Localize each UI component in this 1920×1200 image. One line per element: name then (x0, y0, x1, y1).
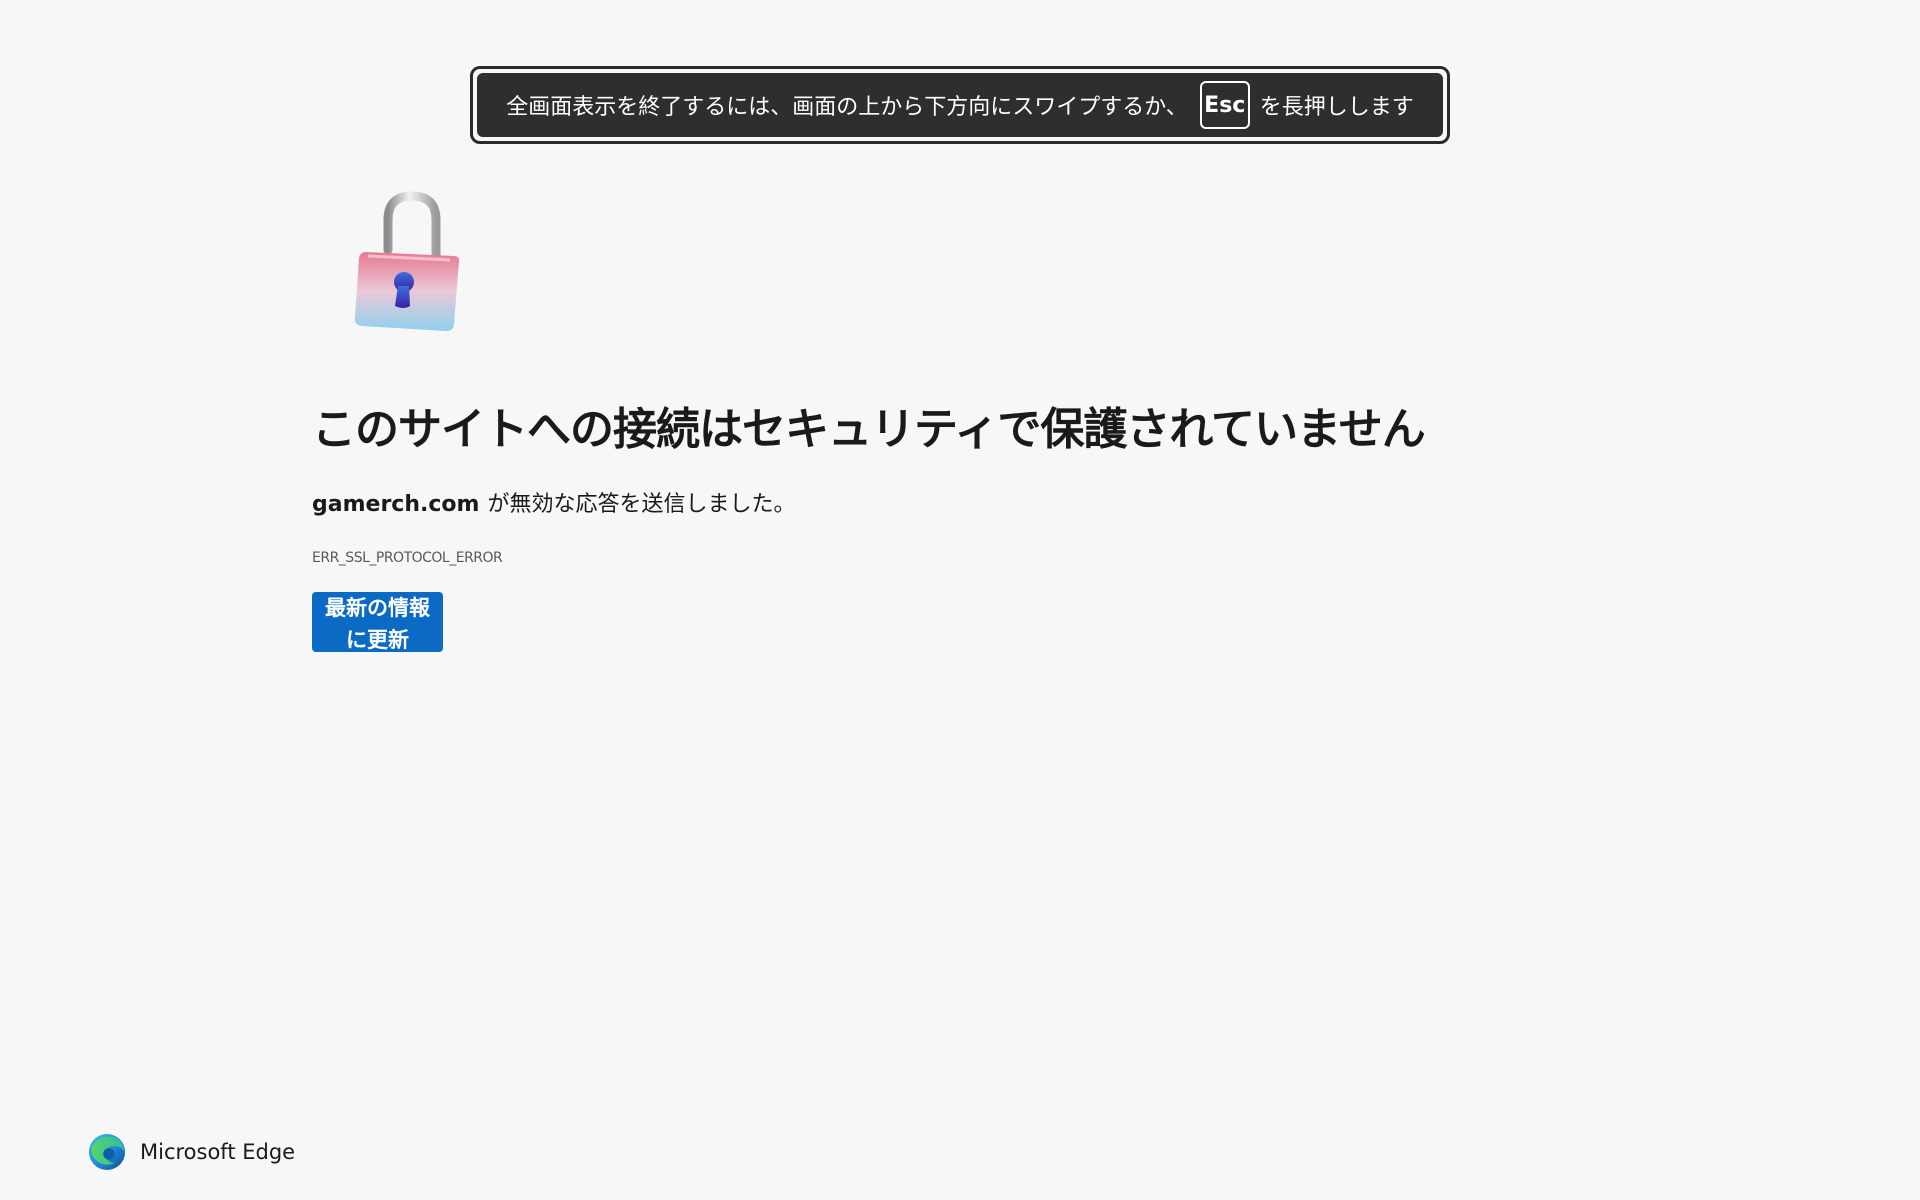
browser-name: Microsoft Edge (140, 1140, 296, 1164)
edge-logo-icon (88, 1133, 126, 1171)
error-title: このサイトへの接続はセキュリティで保護されていません (312, 404, 1426, 455)
error-content: このサイトへの接続はセキュリティで保護されていません gamerch.com が無… (312, 398, 1812, 652)
unlocked-padlock-icon (354, 191, 460, 332)
site-domain: gamerch.com (312, 492, 480, 517)
error-message: が無効な応答を送信しました。 (487, 492, 796, 517)
refresh-button[interactable]: 最新の情報に更新 (312, 592, 443, 652)
error-description: gamerch.com が無効な応答を送信しました。 (312, 490, 1812, 520)
esc-key-badge: Esc (1199, 81, 1250, 129)
fullscreen-notice-text-after: を長押しします (1259, 95, 1414, 120)
browser-branding: Microsoft Edge (88, 1133, 295, 1171)
error-code: ERR_SSL_PROTOCOL_ERROR (312, 550, 503, 566)
fullscreen-notice-text-before: 全画面表示を終了するには、画面の上から下方向にスワイプするか、 (506, 95, 1188, 120)
fullscreen-exit-notice-body: 全画面表示を終了するには、画面の上から下方向にスワイプするか、 Esc を長押し… (477, 73, 1443, 137)
fullscreen-exit-notice: 全画面表示を終了するには、画面の上から下方向にスワイプするか、 Esc を長押し… (470, 66, 1450, 144)
